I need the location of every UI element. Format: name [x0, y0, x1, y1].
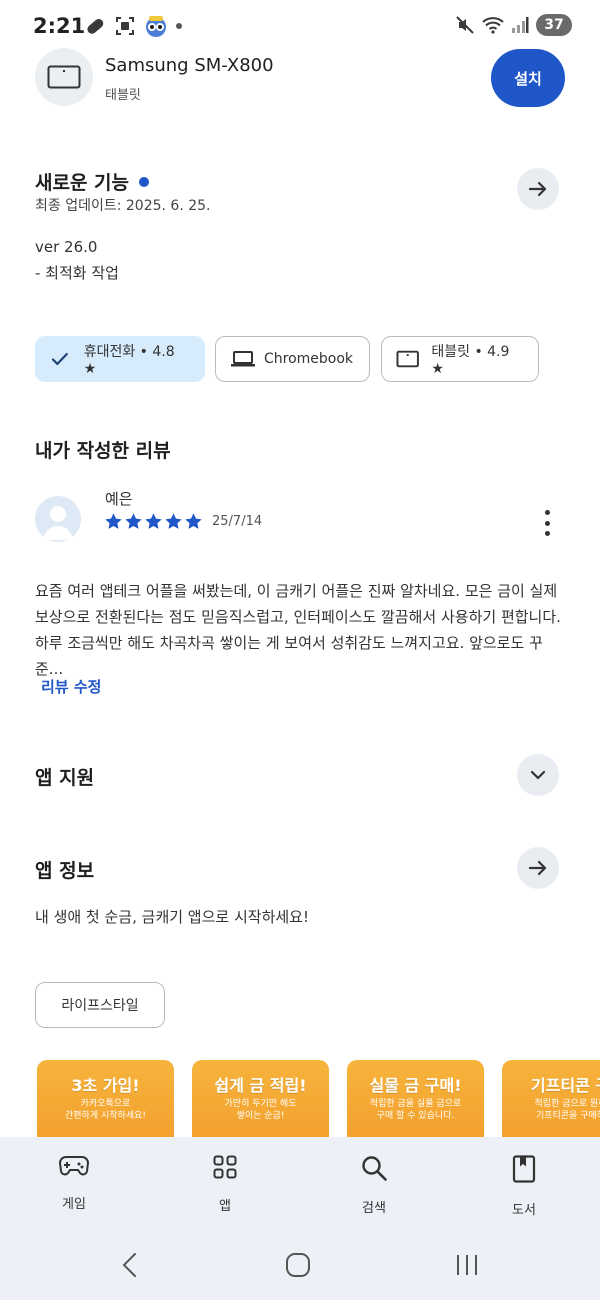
apps-grid-icon — [213, 1155, 237, 1179]
screenshot-card[interactable]: 기프티콘 구 적립한 금으로 원하기프티콘을 구매하 — [502, 1060, 600, 1140]
screenshot-card[interactable]: 쉽게 금 적립! 가만히 두기만 해도쌓이는 순금! — [192, 1060, 329, 1140]
device-avatar — [35, 48, 93, 106]
back-icon[interactable] — [120, 1252, 140, 1278]
mute-icon — [456, 16, 474, 34]
screenshot-subtitle: 카카오톡으로간편하게 시작하세요! — [37, 1098, 174, 1122]
screenshot-subtitle: 적립한 금을 실물 금으로구매 할 수 있습니다. — [347, 1098, 484, 1122]
more-dot-icon — [176, 23, 182, 29]
nav-label: 도서 — [512, 1203, 536, 1218]
new-indicator-dot — [139, 176, 150, 187]
whats-new-arrow-button[interactable] — [517, 168, 559, 210]
category-chip[interactable]: 라이프스타일 — [35, 982, 165, 1028]
tablet-icon — [396, 350, 419, 368]
screenshot-subtitle-line: 쌓이는 순금! — [236, 1111, 285, 1121]
nav-item-apps[interactable]: 앱 — [185, 1155, 265, 1214]
review-line: 하루 조금씩만 해도 차곡차곡 쌓이는 게 보여서 성취감도 느껴지고요. 앞으… — [35, 634, 543, 678]
nav-item-search[interactable]: 검색 — [334, 1155, 414, 1216]
screenshot-subtitle-line: 간편하게 시작하세요! — [65, 1111, 146, 1121]
app-support-expand-button[interactable] — [517, 754, 559, 796]
whats-new-title: 새로운 기능 — [35, 172, 130, 194]
person-icon — [43, 506, 73, 540]
home-icon[interactable] — [285, 1252, 311, 1278]
rating-stars — [104, 512, 203, 531]
install-button[interactable]: 설치 — [491, 49, 565, 107]
screenshot-title: 기프티콘 구 — [530, 1076, 600, 1095]
chip-label: 휴대전화 • 4.8 ★ — [83, 344, 175, 377]
chip-label: Chromebook — [264, 351, 354, 367]
edit-review-link[interactable]: 리뷰 수정 — [41, 676, 101, 697]
screenshot-card[interactable]: 실물 금 구매! 적립한 금을 실물 금으로구매 할 수 있습니다. — [347, 1060, 484, 1140]
chip-tablet[interactable]: 태블릿 • 4.9 ★ — [381, 336, 539, 382]
nav-label: 검색 — [362, 1201, 386, 1216]
screenshot-subtitle: 적립한 금으로 원하기프티콘을 구매하 — [502, 1098, 600, 1122]
screenshot-subtitle-line: 카카오톡으로 — [80, 1099, 131, 1109]
signal-icon — [512, 17, 529, 33]
system-nav-bar — [0, 1232, 600, 1300]
star-icon — [125, 513, 142, 529]
review-date: 25/7/14 — [212, 514, 263, 529]
check-icon — [51, 352, 68, 366]
screenshot-icon — [116, 17, 134, 35]
app-description: 내 생애 첫 순금, 금캐기 앱으로 시작하세요! — [35, 908, 309, 926]
screenshot-title: 3초 가입! — [71, 1076, 140, 1095]
status-time: 2:21 — [33, 14, 86, 38]
recent-apps-icon[interactable] — [454, 1252, 480, 1278]
version-text: ver 26.0 — [35, 238, 98, 256]
chevron-down-icon — [530, 770, 546, 780]
app-support-title: 앱 지원 — [35, 767, 95, 789]
screenshot-subtitle-line: 기프티콘을 구매하 — [535, 1111, 600, 1121]
my-review-title: 내가 작성한 리뷰 — [35, 440, 171, 462]
review-more-icon[interactable] — [536, 508, 558, 538]
reviewer-name: 예은 — [105, 490, 133, 508]
star-icon — [145, 513, 162, 529]
wifi-icon — [482, 17, 504, 34]
nav-item-books[interactable]: 도서 — [484, 1155, 564, 1218]
screenshot-card[interactable]: 3초 가입! 카카오톡으로간편하게 시작하세요! — [37, 1060, 174, 1140]
screenshot-subtitle-line: 가만히 두기만 해도 — [224, 1099, 297, 1109]
device-row: Samsung SM-X800 태블릿 설치 — [35, 48, 565, 108]
laptop-icon — [231, 351, 255, 367]
status-left-icons — [84, 14, 182, 38]
book-icon — [512, 1155, 536, 1183]
chip-chromebook[interactable]: Chromebook — [215, 336, 370, 382]
app-info-arrow-button[interactable] — [517, 847, 559, 889]
chip-phone[interactable]: 휴대전화 • 4.8 ★ — [35, 336, 205, 382]
review-line: 보상으로 전환된다는 점도 믿음직스럽고, 인터페이스도 깔끔해서 사용하기 편… — [35, 608, 561, 626]
nav-label: 게임 — [62, 1197, 86, 1212]
device-name: Samsung SM-X800 — [105, 55, 274, 76]
status-bar: 2:21 37 — [0, 0, 600, 52]
app-info-title: 앱 정보 — [35, 860, 95, 882]
screenshot-subtitle-line: 적립한 금을 실물 금으로 — [369, 1099, 462, 1109]
screenshot-carousel[interactable]: 3초 가입! 카카오톡으로간편하게 시작하세요! 쉽게 금 적립! 가만히 두기… — [37, 1060, 600, 1140]
status-right-icons: 37 — [455, 14, 572, 36]
gamepad-icon — [59, 1156, 89, 1176]
pill-icon — [87, 18, 104, 34]
star-icon — [165, 513, 182, 529]
device-type: 태블릿 — [105, 88, 141, 103]
star-icon — [105, 513, 122, 529]
whats-new-heading: 새로운 기능 — [35, 168, 150, 195]
arrow-right-icon — [528, 181, 547, 197]
update-note: - 최적화 작업 — [35, 264, 119, 282]
star-icon — [185, 513, 202, 529]
search-icon — [362, 1156, 387, 1181]
screenshot-subtitle-line: 구매 할 수 있습니다. — [376, 1111, 455, 1121]
character-icon — [146, 16, 166, 37]
screenshot-subtitle: 가만히 두기만 해도쌓이는 순금! — [192, 1098, 329, 1122]
review-line: 요즘 여러 앱테크 어플을 써봤는데, 이 금캐기 어플은 진짜 알차네요. 모… — [35, 582, 558, 600]
reviewer-avatar — [35, 496, 81, 542]
chip-label: 태블릿 • 4.9 ★ — [431, 344, 510, 377]
nav-item-games[interactable]: 게임 — [34, 1155, 114, 1212]
last-updated: 최종 업데이트: 2025. 6. 25. — [35, 198, 211, 214]
arrow-right-icon — [528, 860, 547, 876]
screenshot-subtitle-line: 적립한 금으로 원하 — [534, 1099, 600, 1109]
tablet-icon — [47, 65, 81, 89]
screenshot-title: 실물 금 구매! — [369, 1076, 462, 1095]
battery-indicator: 37 — [536, 14, 572, 36]
review-text: 요즘 여러 앱테크 어플을 써봤는데, 이 금캐기 어플은 진짜 알차네요. 모… — [35, 578, 570, 682]
bottom-nav: 게임 앱 검색 도서 — [0, 1137, 600, 1232]
nav-label: 앱 — [219, 1199, 231, 1214]
screenshot-title: 쉽게 금 적립! — [214, 1076, 307, 1095]
